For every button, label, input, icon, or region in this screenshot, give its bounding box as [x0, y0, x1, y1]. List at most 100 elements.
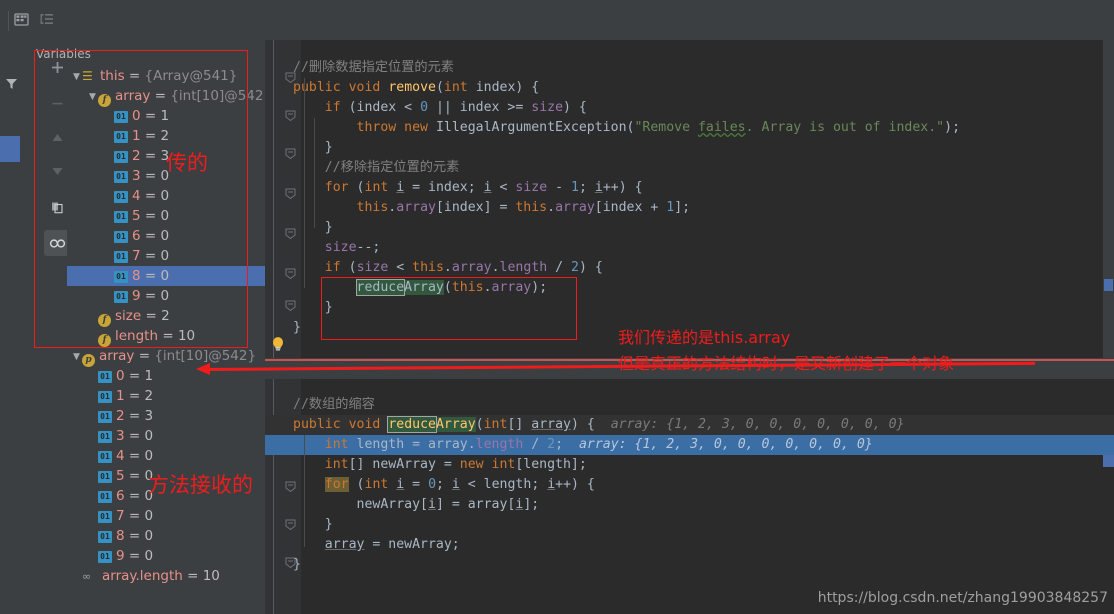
threads-icon[interactable] [36, 8, 58, 30]
code-line: for (int i = 0; i < length; i++) { [324, 477, 595, 492]
code-line: //数组的缩容 [293, 397, 375, 412]
variable-value: 10 [202, 568, 220, 584]
code-line: } [324, 220, 333, 235]
selected-frame-chip[interactable] [0, 136, 20, 162]
watermark-url: https://blog.csdn.net/zhang19903848257 [817, 590, 1108, 606]
variable-name: 7 [116, 508, 125, 524]
variable-row[interactable]: 01 1 = 2 [67, 386, 265, 406]
scrollbar-marker[interactable] [1103, 455, 1114, 467]
code-line: if (index < 0 || index >= size) { [324, 100, 587, 115]
code-line: } [293, 557, 301, 572]
variable-equals: = [134, 348, 155, 364]
variable-value: 0 [144, 528, 154, 544]
code-line: array = newArray; [324, 537, 460, 552]
variable-value: 3 [144, 408, 154, 424]
editor-upper-scroll-gutter[interactable] [1103, 40, 1114, 358]
code-line: } [324, 140, 333, 155]
toolbar-divider [8, 11, 9, 31]
debug-side-strip [0, 40, 22, 614]
gutter-rule [273, 40, 274, 358]
indent-guide [304, 78, 305, 288]
variable-equals: = [124, 548, 145, 564]
watch-icon: ∞ [82, 570, 91, 583]
editor-lower-pane[interactable]: //数组的缩容 public void reduceArray(int[] arr… [265, 379, 1114, 614]
code-line: if (size < this.array.length / 2) { [324, 260, 603, 275]
filter-icon[interactable] [0, 70, 22, 96]
variable-value: 0 [144, 508, 154, 524]
scrollbar-thumb[interactable] [1104, 279, 1113, 291]
variable-value: {int[10]@542} [154, 348, 257, 364]
variable-equals: = [124, 468, 145, 484]
primitive-icon: 01 [98, 551, 112, 563]
intention-bulb-icon[interactable] [269, 335, 287, 353]
primitive-icon: 01 [98, 451, 112, 463]
variable-row[interactable]: 01 2 = 3 [67, 406, 265, 426]
code-line: newArray[i] = array[i]; [356, 497, 540, 512]
variable-equals: = [124, 528, 145, 544]
variable-row[interactable]: 01 8 = 0 [67, 526, 265, 546]
frames-icon[interactable] [10, 8, 32, 30]
variable-value: 0 [144, 448, 154, 464]
primitive-icon: 01 [98, 531, 112, 543]
annotation-box-variables [34, 50, 248, 348]
variable-equals: = [124, 428, 145, 444]
code-line: } [293, 320, 301, 335]
code-line: //移除指定位置的元素 [324, 160, 460, 175]
variable-equals: = [124, 488, 145, 504]
code-line: throw new IllegalArgumentException("Remo… [356, 120, 961, 135]
inline-hint: array: {1, 2, 3, 0, 0, 0, 0, 0, 0, 0} [610, 417, 905, 432]
variable-name: array.length [102, 568, 183, 584]
variable-name: 3 [116, 428, 125, 444]
primitive-icon: 01 [98, 431, 112, 443]
code-line: public void reduceArray(int[] array) { a… [293, 416, 905, 433]
editor-lower-code[interactable]: //数组的缩容 public void reduceArray(int[] arr… [265, 379, 1114, 614]
code-line: int length = array.length / 2; array: {1… [324, 437, 873, 452]
variable-equals: = [124, 508, 145, 524]
annotation-note-line1: 我们传递的是this.array [618, 328, 791, 347]
variable-row[interactable]: ▼ p array = {int[10]@542} [67, 346, 265, 367]
annotation-arrow-head [196, 363, 210, 375]
variable-name: 8 [116, 528, 125, 544]
variable-name: 0 [116, 368, 125, 384]
annotation-fangfa-jieshou: 方法接收的 [148, 473, 253, 497]
variable-name: 1 [116, 388, 125, 404]
annotation-box-reduce-call [321, 277, 577, 340]
variable-name: array [99, 348, 135, 364]
variable-equals: = [124, 448, 145, 464]
variable-row[interactable]: 01 7 = 0 [67, 506, 265, 526]
variable-name: 2 [116, 408, 125, 424]
inline-hint: array: {1, 2, 3, 0, 0, 0, 0, 0, 0, 0} [578, 437, 873, 452]
tree-twisty[interactable]: ▼ [71, 347, 82, 367]
variable-row[interactable]: ∞ array.length = 10 [67, 566, 265, 586]
variable-name: 4 [116, 448, 125, 464]
primitive-icon: 01 [98, 391, 112, 403]
code-line: int[] newArray = new int[length]; [324, 457, 587, 472]
variable-equals: = [182, 568, 203, 584]
indent-guide [314, 118, 315, 228]
primitive-icon: 01 [98, 371, 112, 383]
variable-equals: = [124, 388, 145, 404]
debugger-toolbar [0, 0, 1114, 40]
code-line: public void remove(int index) { [293, 80, 540, 95]
annotation-chuande: 传的 [166, 151, 208, 175]
code-line: } [324, 517, 333, 532]
primitive-icon: 01 [98, 491, 112, 503]
variable-name: 5 [116, 468, 125, 484]
variable-name: 6 [116, 488, 125, 504]
primitive-icon: 01 [98, 411, 112, 423]
variable-value: 0 [144, 548, 154, 564]
variable-row[interactable]: 01 4 = 0 [67, 446, 265, 466]
variable-row[interactable]: 01 3 = 0 [67, 426, 265, 446]
variable-value: 0 [144, 428, 154, 444]
code-line: size--; [324, 240, 381, 255]
variable-row[interactable]: 01 9 = 0 [67, 546, 265, 566]
code-line: //删除数据指定位置的元素 [293, 60, 454, 75]
variable-equals: = [124, 408, 145, 424]
code-line: this.array[index] = this.array[index + 1… [356, 200, 691, 215]
variable-value: 1 [144, 368, 154, 384]
code-line: for (int i = index; i < size - 1; i++) { [324, 180, 643, 195]
primitive-icon: 01 [98, 511, 112, 523]
variable-name: 9 [116, 548, 125, 564]
indent-guide [304, 435, 305, 547]
variable-value: 2 [144, 388, 154, 404]
